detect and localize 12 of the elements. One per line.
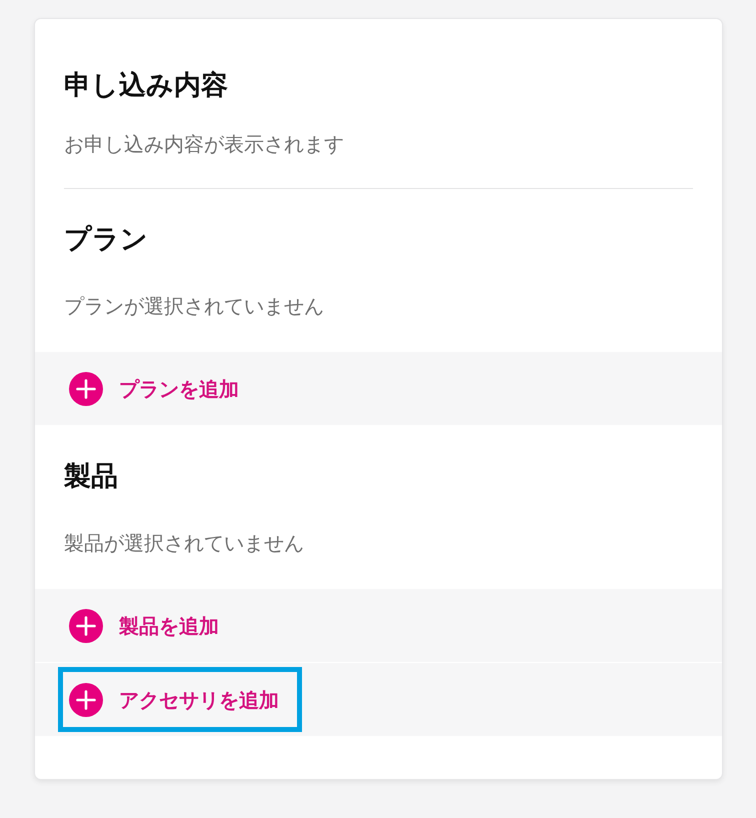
empty-state-text: プランが選択されていません bbox=[64, 293, 325, 320]
section-description: お申し込み内容が表示されます bbox=[64, 131, 345, 158]
section-heading: 製品 bbox=[64, 460, 119, 494]
section-heading: 申し込み内容 bbox=[64, 69, 229, 103]
add-button[interactable]: アクセサリを追加 bbox=[58, 667, 302, 732]
add-button[interactable]: 製品を追加 bbox=[58, 593, 242, 658]
plus-icon bbox=[69, 372, 103, 406]
plus-icon bbox=[69, 608, 103, 642]
section-heading: プラン bbox=[64, 223, 149, 257]
plus-icon bbox=[69, 682, 103, 716]
empty-state-text: 製品が選択されていません bbox=[64, 530, 305, 557]
add-button[interactable]: プランを追加 bbox=[58, 356, 262, 421]
